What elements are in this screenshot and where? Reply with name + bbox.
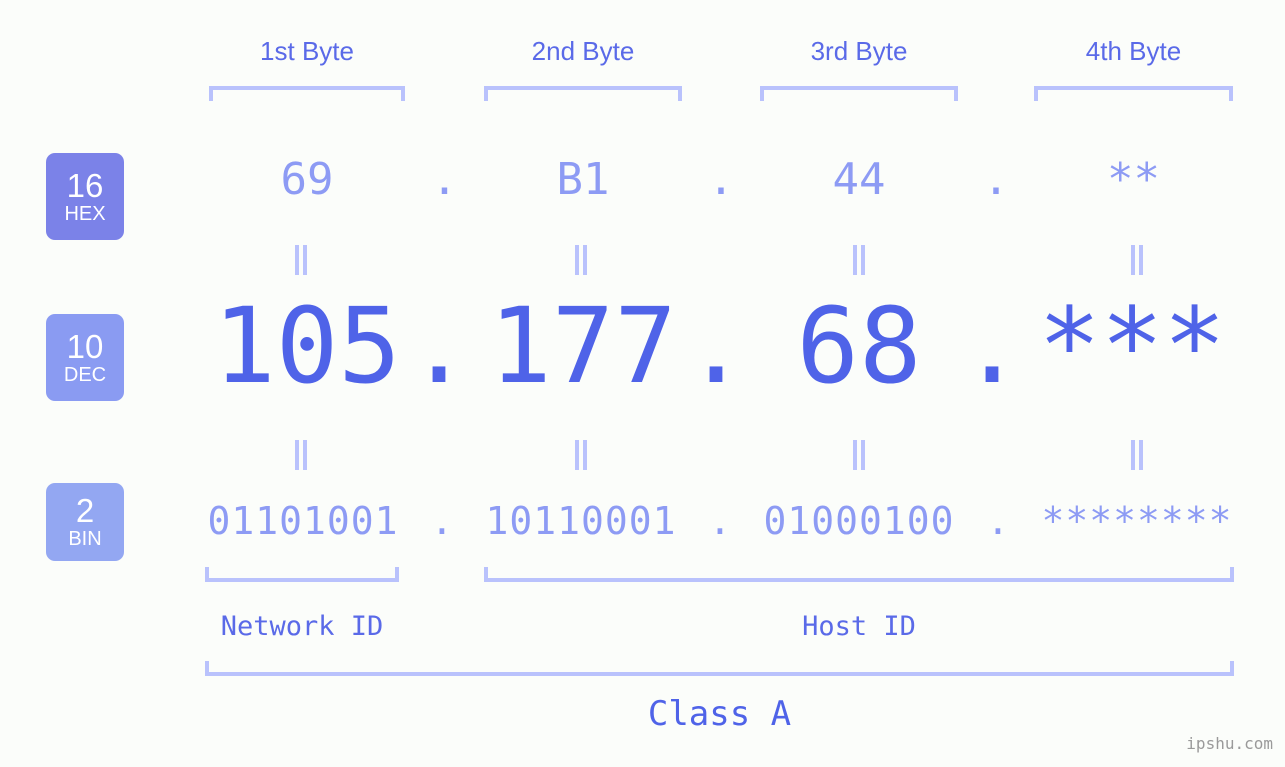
equals-mark-hex-dec-1 xyxy=(290,245,312,275)
bin-byte-4: ******** xyxy=(1041,499,1233,543)
bin-separator-1: . xyxy=(430,499,454,543)
hex-byte-3: 44 xyxy=(832,154,886,205)
bin-separator-2: . xyxy=(708,499,732,543)
equals-mark-dec-bin-4 xyxy=(1126,440,1148,470)
base-badge-bin: 2 BIN xyxy=(46,483,124,561)
network-id-bracket xyxy=(205,567,399,582)
dec-separator-3: . xyxy=(960,285,1024,407)
hex-separator-1: . xyxy=(431,154,458,205)
hex-byte-4: ** xyxy=(1107,154,1160,205)
dec-separator-2: . xyxy=(684,285,748,407)
byte-bracket-4 xyxy=(1034,86,1233,101)
byte-header-3: 3rd Byte xyxy=(810,36,908,66)
byte-bracket-2 xyxy=(484,86,682,101)
dec-separator-1: . xyxy=(407,285,471,407)
dec-byte-3: 68 xyxy=(796,285,922,407)
byte-header-4: 4th Byte xyxy=(1085,36,1182,66)
base-badge-hex-number: 16 xyxy=(66,166,104,204)
base-badge-dec: 10 DEC xyxy=(46,314,124,401)
byte-header-1: 1st Byte xyxy=(260,36,354,66)
base-badge-dec-name: DEC xyxy=(63,363,107,386)
hex-byte-2: B1 xyxy=(556,154,610,205)
dec-byte-4: *** xyxy=(1038,285,1226,407)
bin-separator-3: . xyxy=(986,499,1010,543)
ip-breakdown-diagram: 1st Byte 2nd Byte 3rd Byte 4th Byte 16 H… xyxy=(0,0,1285,767)
dec-byte-2: 177 xyxy=(489,285,677,407)
network-id-label: Network ID xyxy=(220,611,384,642)
base-badge-hex-name: HEX xyxy=(64,202,106,225)
byte-bracket-1 xyxy=(209,86,405,101)
host-id-label: Host ID xyxy=(802,611,916,642)
base-badge-bin-name: BIN xyxy=(68,528,102,550)
equals-mark-hex-dec-4 xyxy=(1126,245,1148,275)
bin-byte-2: 10110001 xyxy=(485,499,677,543)
byte-header-2: 2nd Byte xyxy=(531,36,635,66)
equals-mark-dec-bin-3 xyxy=(848,440,870,470)
class-label: Class A xyxy=(647,694,792,734)
site-watermark: ipshu.com xyxy=(1186,734,1273,753)
hex-byte-1: 69 xyxy=(280,154,334,205)
dec-byte-1: 105 xyxy=(213,285,401,407)
bin-byte-3: 01000100 xyxy=(763,499,955,543)
host-id-bracket xyxy=(484,567,1234,582)
equals-mark-dec-bin-2 xyxy=(570,440,592,470)
equals-mark-dec-bin-1 xyxy=(290,440,312,470)
bin-byte-1: 01101001 xyxy=(207,499,399,543)
byte-bracket-3 xyxy=(760,86,958,101)
class-bracket xyxy=(205,661,1234,676)
hex-separator-2: . xyxy=(707,154,735,205)
base-badge-hex: 16 HEX xyxy=(46,153,124,240)
equals-mark-hex-dec-2 xyxy=(570,245,592,275)
base-badge-dec-number: 10 xyxy=(66,327,104,365)
equals-mark-hex-dec-3 xyxy=(848,245,870,275)
base-badge-bin-number: 2 xyxy=(75,492,95,529)
hex-separator-3: . xyxy=(982,154,1010,205)
